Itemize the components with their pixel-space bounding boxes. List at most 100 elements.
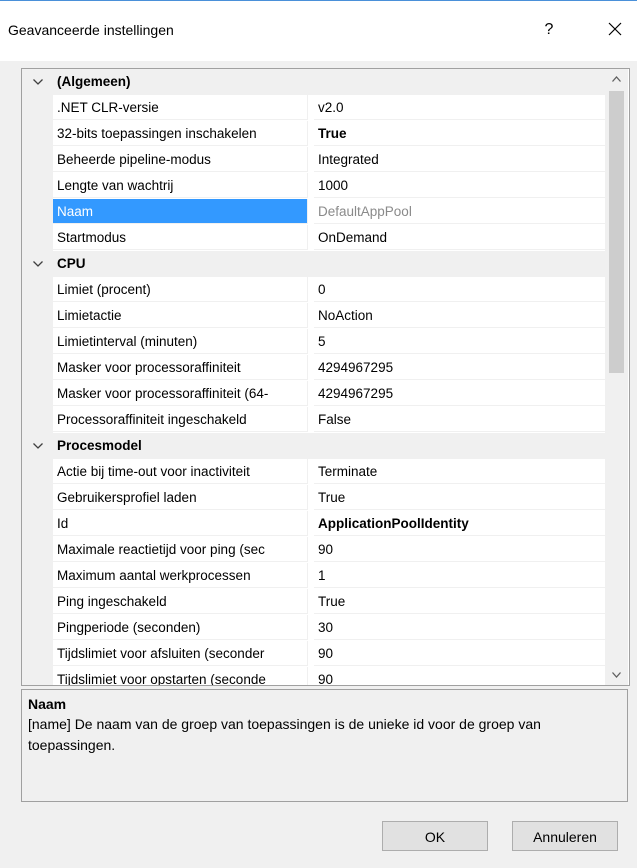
property-row[interactable]: Masker voor processoraffiniteit (64- 4294… <box>22 381 605 407</box>
cancel-button[interactable]: Annuleren <box>512 821 618 851</box>
property-value[interactable]: 0 <box>314 277 605 302</box>
property-value[interactable]: 1000 <box>314 173 605 198</box>
row-gutter <box>22 407 53 433</box>
property-name[interactable]: Id <box>53 511 308 536</box>
property-value[interactable]: v2.0 <box>314 95 605 120</box>
property-name[interactable]: Maximum aantal werkprocessen <box>53 563 308 588</box>
scroll-up-button[interactable] <box>605 69 628 89</box>
property-row[interactable]: Maximum aantal werkprocessen 1 <box>22 563 605 589</box>
ok-button[interactable]: OK <box>382 821 488 851</box>
category-row[interactable]: (Algemeen) <box>22 69 605 95</box>
row-gutter <box>22 485 53 511</box>
property-value[interactable]: 90 <box>314 641 605 666</box>
help-button[interactable]: ? <box>534 18 564 42</box>
property-row[interactable]: Processoraffiniteit ingeschakeld False <box>22 407 605 433</box>
property-row[interactable]: Beheerde pipeline-modus Integrated <box>22 147 605 173</box>
property-name[interactable]: Gebruikersprofiel laden <box>53 485 308 510</box>
title-bar-accent <box>0 0 637 1</box>
property-row[interactable]: Masker voor processoraffiniteit 429496729… <box>22 355 605 381</box>
close-icon <box>608 22 622 36</box>
property-value[interactable]: 1 <box>314 563 605 588</box>
row-gutter <box>22 589 53 615</box>
description-title: Naam <box>28 696 67 712</box>
scrollbar-thumb[interactable] <box>609 91 624 373</box>
row-gutter <box>22 641 53 667</box>
property-row[interactable]: Naam DefaultAppPool <box>22 199 605 225</box>
property-value[interactable]: OnDemand <box>314 225 605 250</box>
description-text: [name] De naam van de groep van toepassi… <box>28 716 541 753</box>
property-row[interactable]: .NET CLR-versie v2.0 <box>22 95 605 121</box>
category-label: CPU <box>57 256 86 271</box>
property-row[interactable]: Tijdslimiet voor afsluiten (seconder 90 <box>22 641 605 667</box>
row-gutter <box>22 199 53 225</box>
property-row[interactable]: 32-bits toepassingen inschakelen True <box>22 121 605 147</box>
row-gutter <box>22 173 53 199</box>
property-row[interactable]: Limietactie NoAction <box>22 303 605 329</box>
property-name[interactable]: Tijdslimiet voor afsluiten (seconder <box>53 641 308 666</box>
title-bar: Geavanceerde instellingen ? <box>0 0 637 61</box>
property-name[interactable]: Naam <box>53 199 308 224</box>
property-name[interactable]: Limiet (procent) <box>53 277 308 302</box>
property-name[interactable]: Limietactie <box>53 303 308 328</box>
property-value[interactable]: True <box>314 121 605 146</box>
property-row[interactable]: Id ApplicationPoolIdentity <box>22 511 605 537</box>
property-name[interactable]: Maximale reactietijd voor ping (sec <box>53 537 308 562</box>
category-row[interactable]: CPU <box>22 251 605 277</box>
property-name[interactable]: Beheerde pipeline-modus <box>53 147 308 172</box>
property-name[interactable]: Tijdslimiet voor opstarten (seconde <box>53 667 308 685</box>
scroll-down-button[interactable] <box>605 665 628 685</box>
vertical-scrollbar[interactable] <box>605 69 628 685</box>
property-row[interactable]: Limiet (procent) 0 <box>22 277 605 303</box>
property-value[interactable]: ApplicationPoolIdentity <box>314 511 605 536</box>
property-value[interactable]: 90 <box>314 537 605 562</box>
property-row[interactable]: Actie bij time-out voor inactiviteit Term… <box>22 459 605 485</box>
property-row[interactable]: Ping ingeschakeld True <box>22 589 605 615</box>
property-value[interactable]: 4294967295 <box>314 355 605 380</box>
category-label: Procesmodel <box>57 438 142 453</box>
property-value[interactable]: False <box>314 407 605 432</box>
property-name[interactable]: Pingperiode (seconden) <box>53 615 308 640</box>
property-row[interactable]: Tijdslimiet voor opstarten (seconde 90 <box>22 667 605 685</box>
property-name[interactable]: .NET CLR-versie <box>53 95 308 120</box>
property-name[interactable]: 32-bits toepassingen inschakelen <box>53 121 308 146</box>
category-row[interactable]: Procesmodel <box>22 433 605 459</box>
property-name[interactable]: Actie bij time-out voor inactiviteit <box>53 459 308 484</box>
row-gutter <box>22 147 53 173</box>
property-value[interactable]: DefaultAppPool <box>314 199 605 224</box>
property-value[interactable]: True <box>314 485 605 510</box>
row-gutter <box>22 95 53 121</box>
property-value[interactable]: Terminate <box>314 459 605 484</box>
property-name[interactable]: Masker voor processoraffiniteit <box>53 355 308 380</box>
row-gutter <box>22 511 53 537</box>
property-value[interactable]: 90 <box>314 667 605 685</box>
chevron-down-icon[interactable] <box>26 433 50 459</box>
property-grid[interactable]: (Algemeen) .NET CLR-versie v2.0 32-bits toe… <box>21 68 630 686</box>
property-row[interactable]: Gebruikersprofiel laden True <box>22 485 605 511</box>
property-row[interactable]: Lengte van wachtrij 1000 <box>22 173 605 199</box>
chevron-down-icon <box>612 672 621 678</box>
property-value[interactable]: 30 <box>314 615 605 640</box>
property-value[interactable]: NoAction <box>314 303 605 328</box>
chevron-down-icon[interactable] <box>26 69 50 95</box>
close-button[interactable] <box>603 18 627 42</box>
property-row[interactable]: Startmodus OnDemand <box>22 225 605 251</box>
property-name[interactable]: Limietinterval (minuten) <box>53 329 308 354</box>
property-value[interactable]: 4294967295 <box>314 381 605 406</box>
property-value[interactable]: 5 <box>314 329 605 354</box>
property-row[interactable]: Maximale reactietijd voor ping (sec 90 <box>22 537 605 563</box>
window-title: Geavanceerde instellingen <box>8 22 174 38</box>
property-name[interactable]: Masker voor processoraffiniteit (64- <box>53 381 308 406</box>
property-name[interactable]: Startmodus <box>53 225 308 250</box>
property-name[interactable]: Lengte van wachtrij <box>53 173 308 198</box>
property-row[interactable]: Limietinterval (minuten) 5 <box>22 329 605 355</box>
property-row[interactable]: Pingperiode (seconden) 30 <box>22 615 605 641</box>
row-gutter <box>22 381 53 407</box>
chevron-down-icon[interactable] <box>26 251 50 277</box>
row-gutter <box>22 303 53 329</box>
description-panel: Naam [name] De naam van de groep van toe… <box>21 689 628 802</box>
property-value[interactable]: True <box>314 589 605 614</box>
row-gutter <box>22 667 53 685</box>
property-name[interactable]: Processoraffiniteit ingeschakeld <box>53 407 308 432</box>
property-value[interactable]: Integrated <box>314 147 605 172</box>
property-name[interactable]: Ping ingeschakeld <box>53 589 308 614</box>
